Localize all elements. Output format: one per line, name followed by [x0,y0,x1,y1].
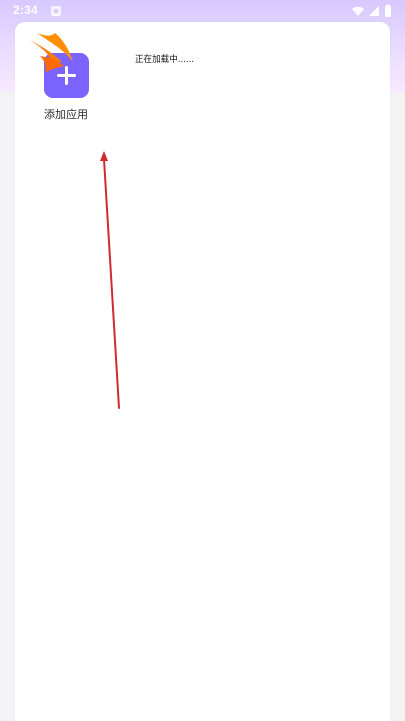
main-card [15,22,390,721]
wifi-icon [352,6,364,16]
battery-icon [385,4,391,17]
add-app-button[interactable] [44,53,89,98]
loading-text: 正在加载中...... [135,55,195,65]
notification-icon [51,6,61,16]
status-bar: 2:34 [0,0,405,22]
status-time: 2:34 [13,3,38,17]
signal-icon [369,6,379,16]
add-app-label: 添加应用 [44,108,88,121]
plus-icon [57,66,76,85]
screen: 2:34 添加应用 正在加载中...... [0,0,405,721]
